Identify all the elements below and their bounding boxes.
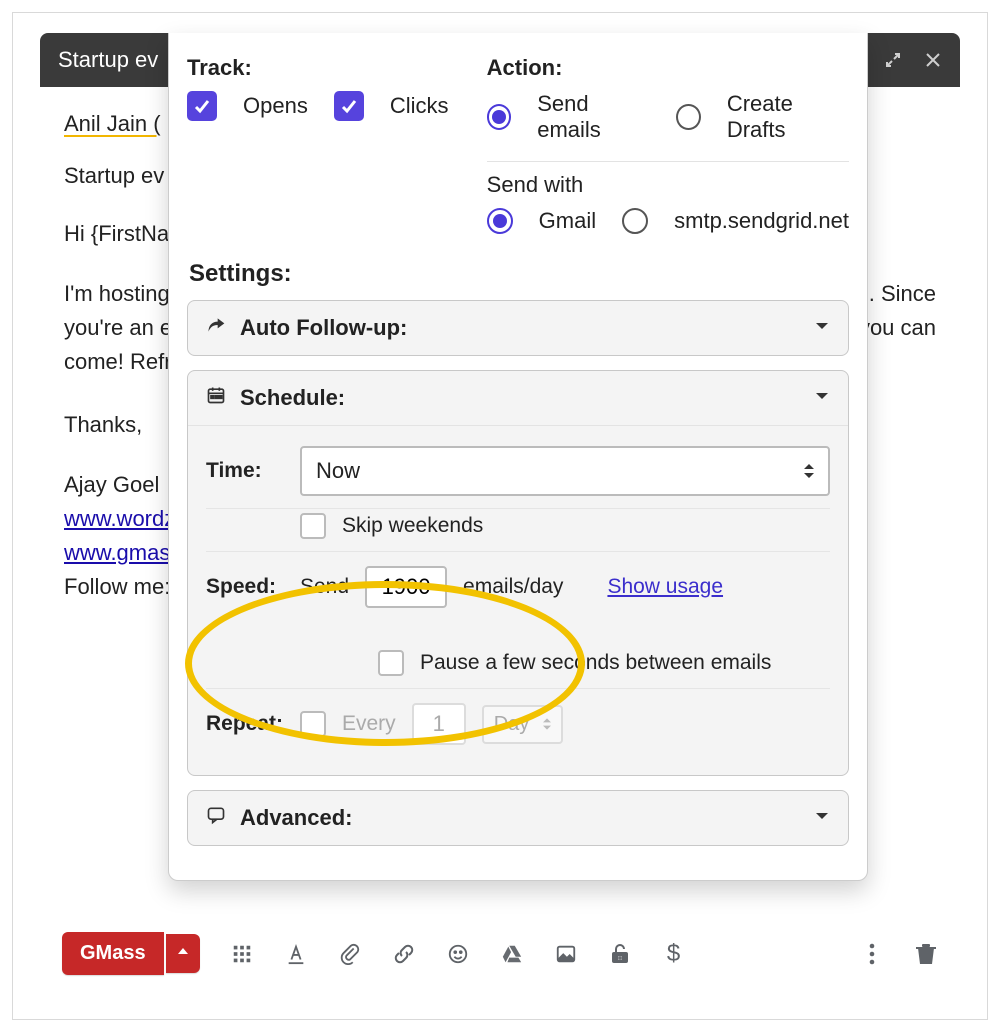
body-line-tail: you can [859, 311, 936, 345]
skip-weekends-row: Skip weekends [206, 509, 830, 552]
action-label: Action: [487, 55, 849, 81]
track-clicks-checkbox[interactable] [334, 91, 364, 121]
gmass-label: GMass [80, 942, 146, 965]
repeat-every: Every [342, 712, 396, 736]
schedule-body: Time: Now Skip weekends [188, 426, 848, 775]
image-icon[interactable] [554, 942, 578, 966]
app-frame: Startup ev Anil Jain ( Startup ev Hi {Fi… [12, 12, 988, 1020]
recipient-name: Anil Jain ( [64, 111, 161, 136]
sendwith-smtp-radio[interactable] [622, 208, 648, 234]
track-options: Opens Clicks [187, 91, 467, 121]
settings-label: Settings: [189, 260, 849, 288]
auto-followup-label: Auto Follow-up: [240, 315, 407, 341]
compose-toolbar: GMass [40, 922, 960, 993]
show-usage-link[interactable]: Show usage [607, 575, 723, 599]
keypad-icon[interactable] [230, 942, 254, 966]
gmass-settings-panel: Track: Opens Clicks Action: [168, 33, 868, 881]
emoji-icon[interactable] [446, 942, 470, 966]
repeat-unit-select[interactable]: Day [482, 705, 564, 744]
time-value: Now [316, 458, 360, 484]
sendwith-smtp-label: smtp.sendgrid.net [674, 208, 849, 234]
repeat-row: Repeat: Every Day [206, 689, 830, 757]
time-row: Time: Now [206, 432, 830, 509]
skip-weekends-label: Skip weekends [342, 514, 483, 538]
gmass-dropdown[interactable] [166, 934, 200, 973]
track-opens-checkbox[interactable] [187, 91, 217, 121]
expand-icon[interactable] [884, 51, 902, 69]
attach-icon[interactable] [338, 942, 362, 966]
time-select[interactable]: Now [300, 446, 830, 496]
track-label: Track: [187, 55, 467, 81]
sendwith-gmail-label: Gmail [539, 208, 596, 234]
sendwith-options: Gmail smtp.sendgrid.net [487, 208, 849, 234]
body-line: I'm hosting [64, 277, 170, 311]
compose-window: Startup ev Anil Jain ( Startup ev Hi {Fi… [40, 33, 960, 993]
track-column: Track: Opens Clicks [187, 55, 467, 234]
repeat-checkbox[interactable] [300, 711, 326, 737]
pause-checkbox[interactable] [378, 650, 404, 676]
text-format-icon[interactable] [284, 942, 308, 966]
speed-input[interactable] [365, 566, 447, 608]
calendar-icon [206, 385, 226, 411]
confidential-icon[interactable] [608, 942, 632, 966]
speed-row: Speed: Send emails/day Show usage Pause … [206, 552, 830, 689]
drive-icon[interactable] [500, 942, 524, 966]
advanced-label: Advanced: [240, 805, 352, 831]
signature-link-2[interactable]: www.gmas [64, 540, 170, 565]
chevron-down-icon [814, 808, 830, 829]
sort-arrows-icon [804, 463, 814, 479]
action-send-radio[interactable] [487, 104, 512, 130]
speed-unit: emails/day [463, 575, 563, 599]
action-column: Action: Send emails Create Drafts Send w… [487, 55, 849, 234]
action-create-radio[interactable] [676, 104, 701, 130]
repeat-num-input[interactable] [412, 703, 466, 745]
schedule-label: Schedule: [240, 385, 345, 411]
gmass-button[interactable]: GMass [62, 932, 164, 975]
signature-link-1[interactable]: www.wordz [64, 506, 175, 531]
track-clicks-label: Clicks [390, 93, 449, 119]
schedule-accordion: Schedule: Time: Now [187, 370, 849, 776]
link-icon[interactable] [392, 942, 416, 966]
auto-followup-header[interactable]: Auto Follow-up: [188, 301, 848, 355]
sendwith-gmail-radio[interactable] [487, 208, 513, 234]
schedule-header[interactable]: Schedule: [188, 371, 848, 426]
speed-send: Send [300, 575, 349, 599]
comment-icon [206, 805, 226, 831]
trash-icon[interactable] [914, 942, 938, 966]
money-icon[interactable]: $ [662, 942, 686, 966]
repeat-label: Repeat: [206, 712, 284, 736]
close-icon[interactable] [924, 51, 942, 69]
auto-followup-accordion: Auto Follow-up: [187, 300, 849, 356]
action-create-label: Create Drafts [727, 91, 849, 143]
repeat-unit-label: Day [494, 713, 530, 736]
compose-title: Startup ev [58, 47, 158, 73]
sort-arrows-icon [543, 717, 551, 731]
speed-label: Speed: [206, 575, 284, 599]
action-options: Send emails Create Drafts [487, 91, 849, 143]
format-icons: $ [230, 942, 686, 966]
track-opens-label: Opens [243, 93, 308, 119]
track-action-row: Track: Opens Clicks Action: [187, 55, 849, 234]
toolbar-right [860, 942, 938, 966]
sendwith-label: Send with [487, 172, 849, 198]
body-line: you're an e [64, 311, 172, 345]
advanced-accordion: Advanced: [187, 790, 849, 846]
more-icon[interactable] [860, 942, 884, 966]
skip-weekends-checkbox[interactable] [300, 513, 326, 539]
chevron-down-icon [814, 388, 830, 409]
action-send-label: Send emails [537, 91, 650, 143]
time-label: Time: [206, 459, 284, 483]
pause-label: Pause a few seconds between emails [420, 651, 771, 675]
chevron-down-icon [814, 318, 830, 339]
advanced-header[interactable]: Advanced: [188, 791, 848, 845]
share-arrow-icon [206, 315, 226, 341]
